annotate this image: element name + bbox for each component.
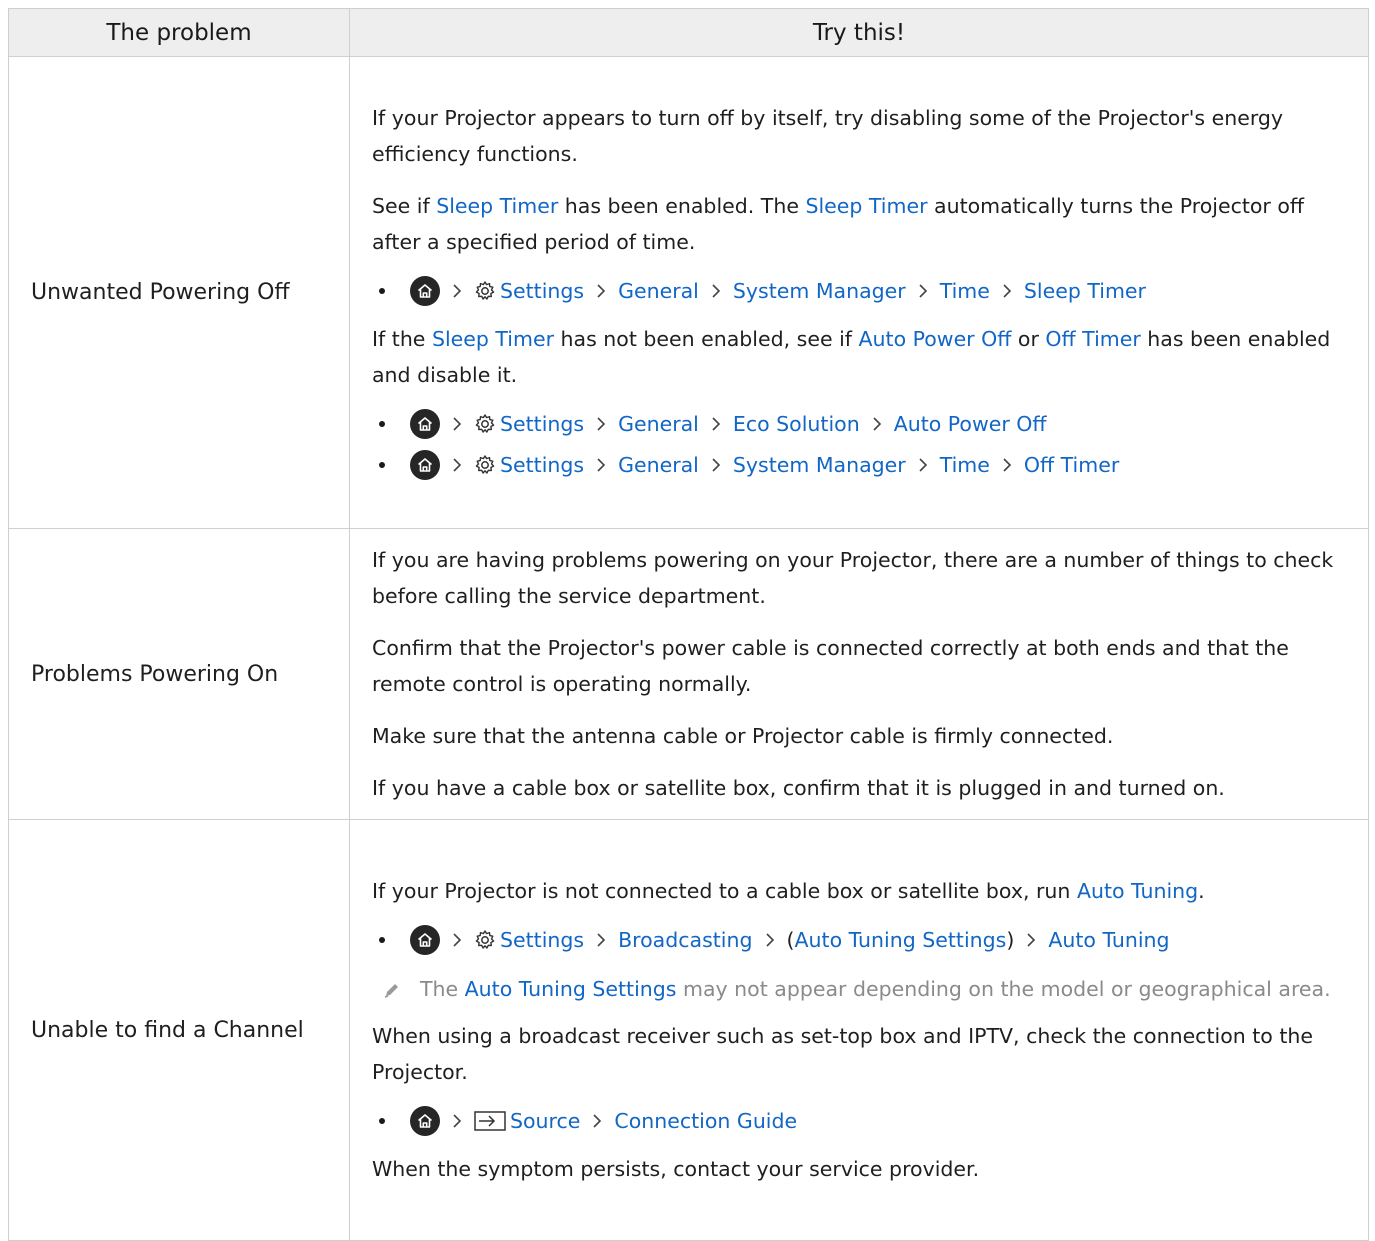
gear-icon — [474, 413, 496, 435]
chevron-right-icon — [452, 932, 462, 948]
gear-icon — [474, 929, 496, 951]
menu-link[interactable]: Sleep Timer — [436, 194, 558, 218]
menu-link[interactable]: General — [618, 453, 699, 477]
bullet-dot — [379, 1117, 385, 1124]
table-row: Problems Powering On If you are having p… — [8, 528, 1369, 820]
chevron-right-icon — [596, 932, 606, 948]
menu-link[interactable]: Eco Solution — [733, 412, 860, 436]
home-icon — [410, 924, 440, 955]
menu-link[interactable]: System Manager — [733, 453, 906, 477]
menu-link[interactable]: System Manager — [733, 279, 906, 303]
paren-open: ( — [786, 927, 795, 952]
menu-link[interactable]: Sleep Timer — [432, 327, 554, 351]
problem-cell: Unable to find a Channel — [8, 819, 350, 1241]
chevron-right-icon — [711, 457, 721, 473]
note: The Auto Tuning Settings may not appear … — [372, 970, 1346, 1008]
menu-path: Settings Broadcasting (Auto Tuning Setti… — [372, 919, 1346, 960]
chevron-right-icon — [452, 1113, 462, 1129]
menu-path: Settings General Eco Solution Auto Power… — [372, 403, 1346, 444]
paragraph: If your Projector appears to turn off by… — [372, 106, 1284, 166]
paragraph: If you are having problems powering on y… — [372, 548, 1334, 608]
menu-link[interactable]: Auto Power Off — [859, 327, 1012, 351]
chevron-right-icon — [596, 283, 606, 299]
menu-link[interactable]: General — [618, 412, 699, 436]
chevron-right-icon — [452, 416, 462, 432]
menu-path: Source Connection Guide — [372, 1100, 1346, 1141]
pencil-icon — [382, 980, 402, 1005]
paren-close: ) — [1006, 927, 1015, 952]
chevron-right-icon — [452, 283, 462, 299]
menu-path: Settings General System Manager Time Sle… — [372, 270, 1346, 311]
home-icon — [410, 1105, 440, 1136]
menu-link[interactable]: Off Timer — [1045, 327, 1140, 351]
chevron-right-icon — [918, 457, 928, 473]
gear-icon — [474, 454, 496, 476]
paragraph: If you have a cable box or satellite box… — [372, 776, 1225, 800]
bullet-dot — [379, 287, 385, 294]
bullet-dot — [379, 420, 385, 427]
chevron-right-icon — [1002, 457, 1012, 473]
menu-path: Settings General System Manager Time Off… — [372, 444, 1346, 485]
gear-icon — [474, 280, 496, 302]
paragraph: If the Sleep Timer has not been enabled,… — [372, 327, 1331, 387]
menu-link[interactable]: Auto Power Off — [894, 412, 1047, 436]
menu-link[interactable]: Time — [940, 279, 990, 303]
menu-link[interactable]: Settings — [500, 453, 584, 477]
source-icon — [474, 1110, 506, 1132]
bullet-dot — [379, 936, 385, 943]
table-header-row: The problem Try this! — [8, 8, 1369, 57]
menu-link[interactable]: Settings — [500, 279, 584, 303]
paragraph: When the symptom persists, contact your … — [372, 1157, 980, 1181]
menu-link[interactable]: Auto Tuning Settings — [465, 977, 677, 1001]
chevron-right-icon — [918, 283, 928, 299]
header-try-this: Try this! — [349, 8, 1369, 57]
chevron-right-icon — [592, 1113, 602, 1129]
paragraph: When using a broadcast receiver such as … — [372, 1024, 1313, 1084]
table-row: Unable to find a Channel If your Project… — [8, 819, 1369, 1241]
menu-link[interactable]: Source — [510, 1109, 580, 1133]
solution-cell: If your Projector appears to turn off by… — [349, 56, 1369, 529]
menu-link[interactable]: Auto Tuning — [1077, 879, 1198, 903]
solution-cell: If your Projector is not connected to a … — [349, 819, 1369, 1241]
solution-cell: If you are having problems powering on y… — [349, 528, 1369, 820]
chevron-right-icon — [872, 416, 882, 432]
menu-link[interactable]: Connection Guide — [614, 1109, 797, 1133]
chevron-right-icon — [711, 416, 721, 432]
menu-link[interactable]: Sleep Timer — [805, 194, 927, 218]
menu-link[interactable]: Settings — [500, 412, 584, 436]
chevron-right-icon — [596, 416, 606, 432]
problem-cell: Problems Powering On — [8, 528, 350, 820]
menu-link[interactable]: Auto Tuning — [1048, 928, 1169, 952]
menu-link[interactable]: Broadcasting — [618, 928, 752, 952]
home-icon — [410, 275, 440, 306]
menu-link[interactable]: General — [618, 279, 699, 303]
table-row: Unwanted Powering Off If your Projector … — [8, 56, 1369, 529]
menu-link[interactable]: Time — [940, 453, 990, 477]
bullet-dot — [379, 461, 385, 468]
header-problem: The problem — [8, 8, 350, 57]
menu-link[interactable]: Off Timer — [1024, 453, 1119, 477]
paragraph: Make sure that the antenna cable or Proj… — [372, 724, 1114, 748]
note-text: The Auto Tuning Settings may not appear … — [420, 977, 1331, 1001]
home-icon — [410, 408, 440, 439]
paragraph: If your Projector is not connected to a … — [372, 879, 1205, 903]
paragraph: Confirm that the Projector's power cable… — [372, 636, 1289, 696]
home-icon — [410, 449, 440, 480]
menu-link[interactable]: Settings — [500, 928, 584, 952]
chevron-right-icon — [1026, 932, 1036, 948]
chevron-right-icon — [452, 457, 462, 473]
troubleshooting-table: The problem Try this! Unwanted Powering … — [8, 8, 1369, 1241]
chevron-right-icon — [711, 283, 721, 299]
problem-cell: Unwanted Powering Off — [8, 56, 350, 529]
chevron-right-icon — [596, 457, 606, 473]
chevron-right-icon — [765, 932, 775, 948]
menu-link[interactable]: Auto Tuning Settings — [795, 928, 1007, 952]
menu-link[interactable]: Sleep Timer — [1024, 279, 1146, 303]
paragraph: See if Sleep Timer has been enabled. The… — [372, 194, 1305, 254]
chevron-right-icon — [1002, 283, 1012, 299]
